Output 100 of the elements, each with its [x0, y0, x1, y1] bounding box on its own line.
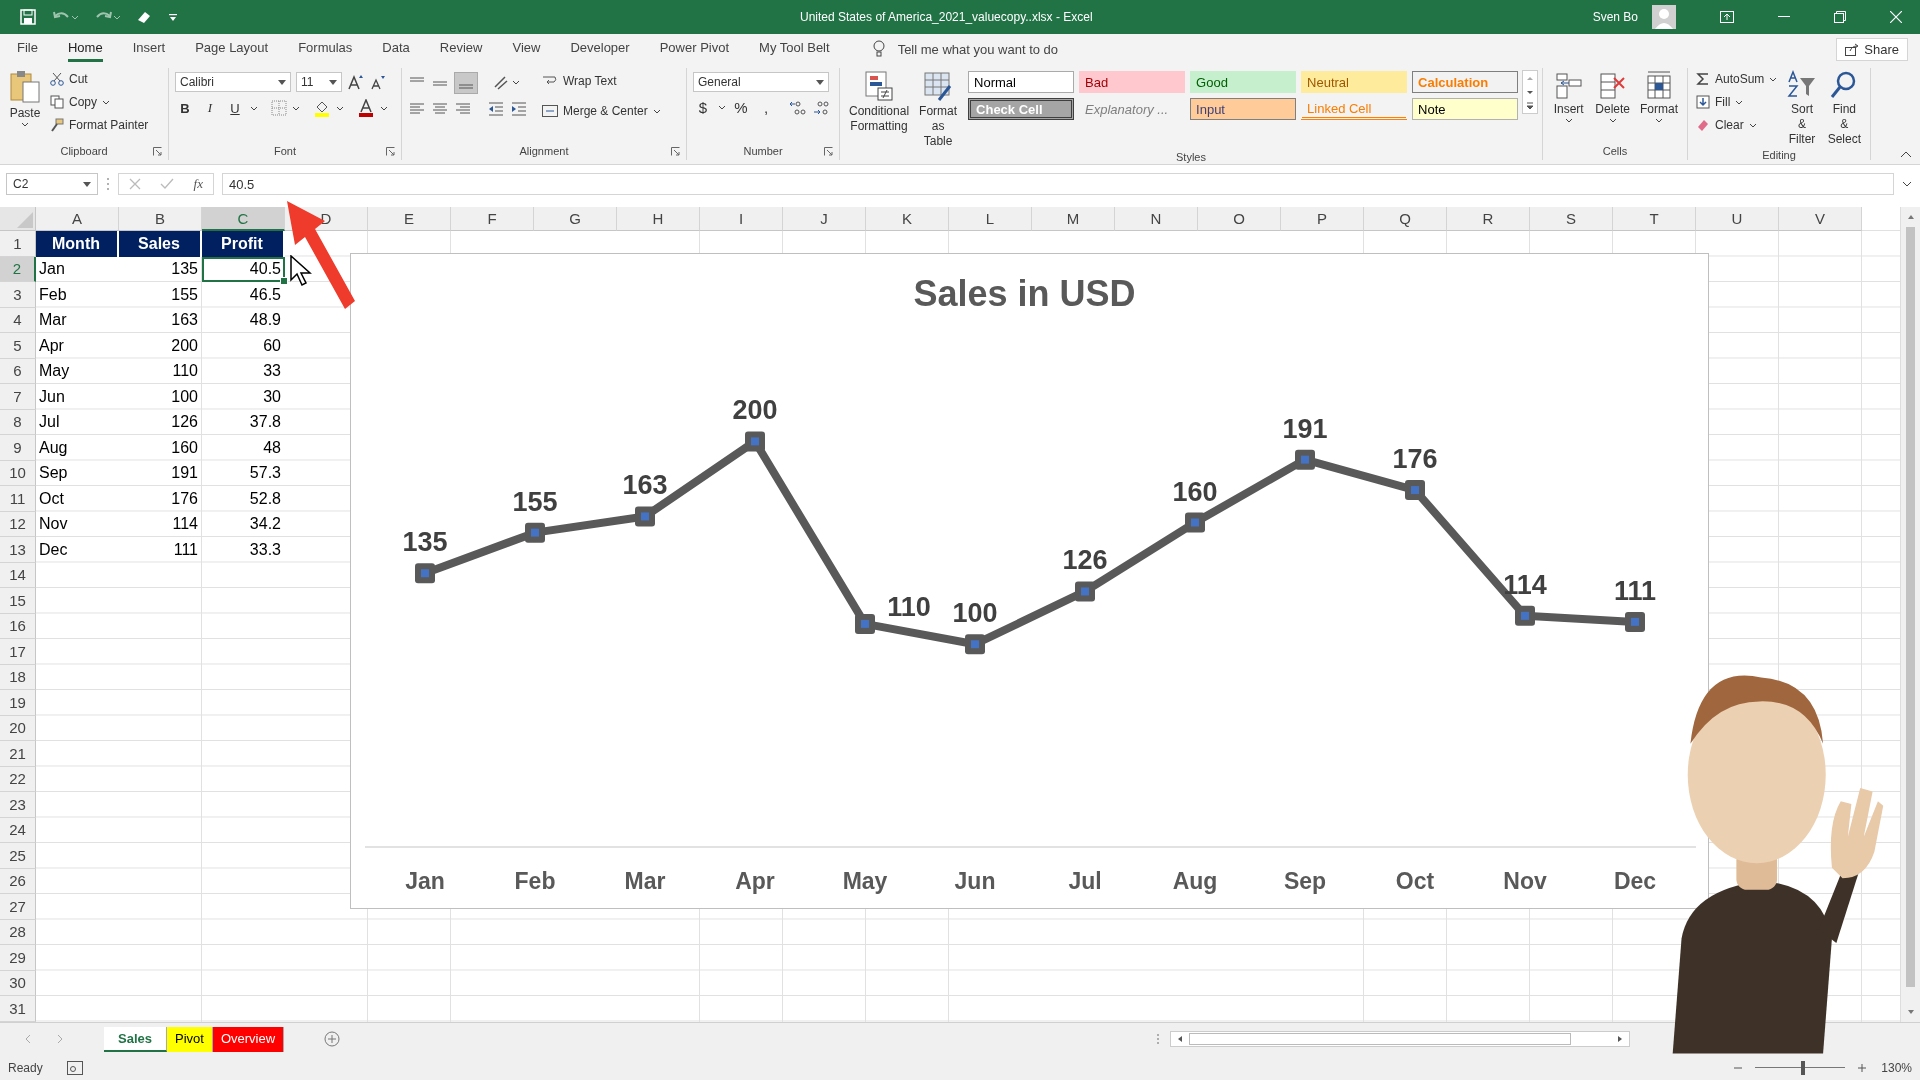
column-header[interactable]: J [783, 207, 866, 231]
menu-tab[interactable]: Data [382, 36, 410, 62]
cell-style[interactable]: Neutral [1301, 71, 1408, 93]
find-select-button[interactable]: Find & Select [1824, 68, 1864, 149]
menu-tab[interactable]: Formulas [298, 36, 353, 62]
delete-cells-button[interactable]: Delete [1592, 68, 1633, 125]
share-button[interactable]: Share [1836, 37, 1908, 61]
restore-icon[interactable] [1834, 11, 1846, 23]
row-number[interactable]: 23 [0, 792, 36, 818]
caret-icon[interactable] [380, 105, 388, 111]
column-header[interactable]: M [1032, 207, 1115, 231]
row-number[interactable]: 2 [0, 256, 36, 282]
tell-me-field[interactable]: Tell me what you want to do [895, 40, 1200, 58]
font-color-icon[interactable] [357, 99, 375, 117]
menu-tab[interactable]: View [512, 36, 541, 62]
number-format-field[interactable]: General [693, 72, 829, 92]
name-box[interactable]: C2 [6, 173, 98, 195]
paste-button[interactable]: Paste [6, 68, 44, 129]
dialog-launcher-icon[interactable] [671, 147, 680, 156]
column-header[interactable]: C [202, 207, 285, 231]
comma-button[interactable]: , [756, 99, 776, 116]
menu-tab[interactable]: File [17, 36, 38, 62]
ribbon-display-icon[interactable] [1720, 11, 1734, 23]
caret-icon[interactable] [718, 105, 726, 110]
column-header[interactable]: U [1696, 207, 1779, 231]
currency-button[interactable]: $ [693, 99, 713, 116]
menu-tab[interactable]: Insert [132, 36, 166, 62]
orientation-icon[interactable] [493, 75, 521, 91]
scrollbar-thumb[interactable] [1906, 227, 1915, 987]
user-name[interactable]: Sven Bo [1592, 10, 1638, 24]
row-number[interactable]: 5 [0, 333, 36, 359]
wrap-text-button[interactable]: Wrap Text [540, 70, 663, 92]
minimize-icon[interactable] [1778, 16, 1790, 18]
insert-function-button[interactable]: fx [193, 176, 203, 192]
column-header[interactable]: L [949, 207, 1032, 231]
chart-area[interactable]: Sales in USD 135 155 163 200 110 100 126 160 191 176 114 111 Jan Feb Mar Apr May Jun Jul Aug Sep Oct Nov Dec [350, 253, 1709, 909]
column-header[interactable]: I [700, 207, 783, 231]
eraser-icon[interactable] [136, 9, 152, 25]
format-painter-button[interactable]: Format Painter [48, 114, 151, 136]
row-number[interactable]: 10 [0, 460, 36, 486]
merge-center-button[interactable]: Merge & Center [540, 100, 663, 122]
column-header[interactable]: O [1198, 207, 1281, 231]
format-cells-button[interactable]: Format [1637, 68, 1681, 125]
dialog-launcher-icon[interactable] [824, 147, 833, 156]
fill-button[interactable]: Fill [1694, 91, 1780, 113]
row-number[interactable]: 25 [0, 843, 36, 869]
column-header[interactable]: P [1281, 207, 1364, 231]
row-number[interactable]: 4 [0, 307, 36, 333]
dialog-launcher-icon[interactable] [386, 147, 395, 156]
shrink-font-icon[interactable] [370, 74, 386, 90]
fill-handle[interactable] [280, 277, 288, 285]
slider-thumb[interactable] [1801, 1061, 1805, 1075]
row-number[interactable]: 7 [0, 384, 36, 410]
cut-button[interactable]: Cut [48, 68, 151, 90]
row-number[interactable]: 28 [0, 919, 36, 945]
row-number[interactable]: 17 [0, 639, 36, 665]
column-header[interactable]: G [534, 207, 617, 231]
decrease-decimal-icon[interactable] [812, 99, 830, 116]
caret-icon[interactable] [292, 105, 300, 111]
column-header[interactable]: H [617, 207, 700, 231]
menu-tab[interactable]: Page Layout [195, 36, 269, 62]
column-header[interactable]: N [1115, 207, 1198, 231]
column-header[interactable]: A [36, 207, 119, 231]
font-size-field[interactable]: 11 [296, 72, 342, 92]
row-number[interactable]: 15 [0, 588, 36, 614]
row-number[interactable]: 21 [0, 741, 36, 767]
column-header[interactable]: T [1613, 207, 1696, 231]
column-header[interactable]: R [1447, 207, 1530, 231]
add-sheet-icon[interactable] [324, 1031, 341, 1047]
row-number[interactable]: 12 [0, 511, 36, 537]
row-number[interactable]: 19 [0, 690, 36, 716]
column-header[interactable]: Q [1364, 207, 1447, 231]
vertical-scrollbar[interactable] [1900, 207, 1920, 1022]
cell-style[interactable]: Bad [1079, 71, 1186, 93]
cell-style[interactable]: Normal [968, 71, 1075, 93]
sheet-tab[interactable]: Overview [212, 1026, 285, 1052]
format-as-table-button[interactable]: Format as Table [916, 68, 961, 151]
formula-input[interactable]: 40.5 [222, 173, 1894, 195]
underline-button[interactable]: U [225, 100, 245, 116]
row-number[interactable]: 22 [0, 766, 36, 792]
conditional-formatting-button[interactable]: Conditional Formatting [846, 68, 913, 136]
row-number[interactable]: 31 [0, 996, 36, 1022]
row-number[interactable]: 20 [0, 715, 36, 741]
caret-icon[interactable] [250, 105, 258, 111]
copy-button[interactable]: Copy [48, 91, 151, 113]
bold-button[interactable]: B [175, 100, 195, 116]
grow-font-icon[interactable] [347, 74, 365, 90]
sheet-tab[interactable]: Sales [104, 1026, 167, 1052]
row-number[interactable]: 30 [0, 970, 36, 996]
close-icon[interactable] [1890, 11, 1902, 23]
horizontal-scrollbar[interactable] [1170, 1031, 1630, 1047]
gallery-scrollbar[interactable] [1522, 70, 1539, 114]
increase-decimal-icon[interactable] [789, 99, 807, 116]
fill-color-icon[interactable] [313, 99, 331, 117]
scrollbar-thumb[interactable] [1189, 1033, 1571, 1045]
column-header[interactable]: K [866, 207, 949, 231]
menu-tab[interactable]: Developer [570, 36, 630, 62]
row-number[interactable]: 11 [0, 486, 36, 512]
italic-button[interactable]: I [200, 100, 220, 116]
decrease-indent-icon[interactable] [487, 101, 505, 117]
